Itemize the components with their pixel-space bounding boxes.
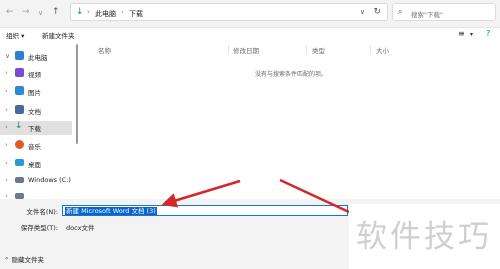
address-bar-row: ← → ∨ ↑ ↓ › 此电脑 › 下载 ∨ ↻ ⌕ 搜索"下载" — [0, 0, 500, 28]
refresh-icon[interactable]: ↻ — [373, 7, 381, 17]
chevron-right-icon[interactable]: › — [5, 87, 8, 95]
chevron-right-icon: › — [87, 8, 90, 16]
breadcrumb-downloads[interactable]: 下载 — [129, 9, 143, 19]
view-menu-icon[interactable]: ≡ — [458, 29, 465, 38]
download-icon: ↓ — [15, 121, 23, 131]
sidebar-item-music[interactable]: › 音乐 — [0, 139, 72, 153]
sidebar-item-documents[interactable]: › 文档 — [0, 104, 72, 118]
hide-folders-label: 隐藏文件夹 — [11, 256, 45, 264]
new-folder-button[interactable]: 新建文件夹 — [42, 30, 75, 40]
sidebar-item-label: 桌面 — [28, 161, 41, 169]
chevron-right-icon[interactable]: › — [5, 176, 8, 184]
music-icon — [15, 140, 24, 149]
sidebar-scrollbar[interactable] — [76, 44, 78, 144]
sidebar-item-windows-c[interactable]: › Windows (C:) — [0, 174, 72, 188]
organize-button[interactable]: 组织 ▾ — [6, 30, 24, 40]
chevron-down-icon[interactable]: ∨ — [360, 8, 365, 16]
sidebar-item-label: 此电脑 — [28, 54, 48, 62]
documents-icon — [15, 105, 24, 114]
filetype-label: 保存类型(T): — [20, 224, 58, 232]
forward-arrow-icon[interactable]: → — [22, 7, 30, 17]
sidebar-item-this-pc[interactable]: ∨ 此电脑 — [0, 50, 72, 64]
chevron-up-icon: ⌃ — [4, 256, 10, 264]
download-icon: ↓ — [76, 7, 84, 17]
hide-folders-button[interactable]: ⌃ 隐藏文件夹 — [4, 254, 44, 264]
sidebar-item-videos[interactable]: › 视频 — [0, 67, 72, 81]
desktop-icon — [15, 159, 24, 166]
sidebar-item-label: 音乐 — [28, 143, 41, 151]
empty-folder-message: 没有与搜索条件匹配的项。 — [255, 71, 328, 78]
search-placeholder: 搜索"下载" — [411, 11, 443, 19]
search-icon: ⌕ — [398, 7, 403, 16]
chevron-right-icon[interactable]: › — [5, 141, 8, 149]
toolbar: 组织 ▾ 新建文件夹 ≡ ▾ ? — [0, 28, 500, 42]
pictures-icon — [15, 86, 24, 95]
sidebar-item-desktop[interactable]: › 桌面 — [0, 157, 72, 171]
navigation-pane: ∨ 此电脑 › 视频 › 图片 › 文档 › ↓ 下载 › 音乐 › 桌面 › … — [0, 44, 78, 199]
chevron-right-icon[interactable]: › — [5, 123, 8, 131]
column-divider[interactable] — [228, 45, 229, 54]
search-input[interactable]: ⌕ 搜索"下载" — [392, 3, 496, 21]
recent-chevron-icon[interactable]: ∨ — [38, 9, 43, 17]
save-as-dialog: ← → ∨ ↑ ↓ › 此电脑 › 下载 ∨ ↻ ⌕ 搜索"下载" 组织 ▾ 新… — [0, 0, 500, 269]
chevron-right-icon[interactable]: › — [5, 192, 8, 199]
sidebar-item-label: 下载 — [28, 125, 41, 133]
column-divider[interactable] — [306, 45, 307, 54]
address-field[interactable]: ↓ › 此电脑 › 下载 ∨ ↻ — [70, 3, 388, 21]
chevron-right-icon[interactable]: › — [5, 69, 8, 77]
sidebar-item-label: Windows (C:) — [28, 176, 71, 184]
watermark-text: 软件技巧 — [356, 219, 492, 255]
chevron-right-icon: › — [121, 8, 124, 16]
column-header-size[interactable]: 大小 — [376, 45, 389, 55]
back-arrow-icon[interactable]: ← — [6, 7, 14, 17]
pc-icon — [15, 51, 24, 60]
sidebar-item-downloads[interactable]: › ↓ 下载 — [0, 121, 72, 135]
filetype-select[interactable]: docx文件 — [66, 222, 95, 232]
column-divider[interactable] — [370, 45, 371, 54]
filename-input[interactable]: 新建 Microsoft Word 文档 (3) — [62, 205, 348, 216]
filename-value: 新建 Microsoft Word 文档 (3) — [65, 207, 157, 215]
sidebar-item-drive[interactable]: › — [0, 190, 72, 199]
column-header-type[interactable]: 类型 — [312, 45, 325, 55]
chevron-down-icon[interactable]: ∨ — [5, 52, 10, 60]
chevron-right-icon[interactable]: › — [5, 159, 8, 167]
chevron-down-icon[interactable]: ▾ — [470, 31, 473, 38]
chevron-right-icon[interactable]: › — [5, 106, 8, 114]
breadcrumb-this-pc[interactable]: 此电脑 — [95, 9, 116, 19]
sidebar-item-label: 图片 — [28, 89, 41, 97]
video-icon — [15, 68, 24, 77]
column-header-date[interactable]: 修改日期 — [233, 45, 259, 55]
up-arrow-icon[interactable]: ↑ — [52, 7, 60, 17]
filename-label: 文件名(N): — [26, 208, 58, 216]
column-header-name[interactable]: 名称 — [98, 45, 111, 55]
drive-icon — [15, 177, 24, 183]
sidebar-item-label: 视频 — [28, 71, 41, 79]
help-icon[interactable]: ? — [486, 29, 490, 38]
sidebar-item-pictures[interactable]: › 图片 — [0, 85, 72, 99]
sidebar-item-label: 文档 — [28, 108, 41, 116]
